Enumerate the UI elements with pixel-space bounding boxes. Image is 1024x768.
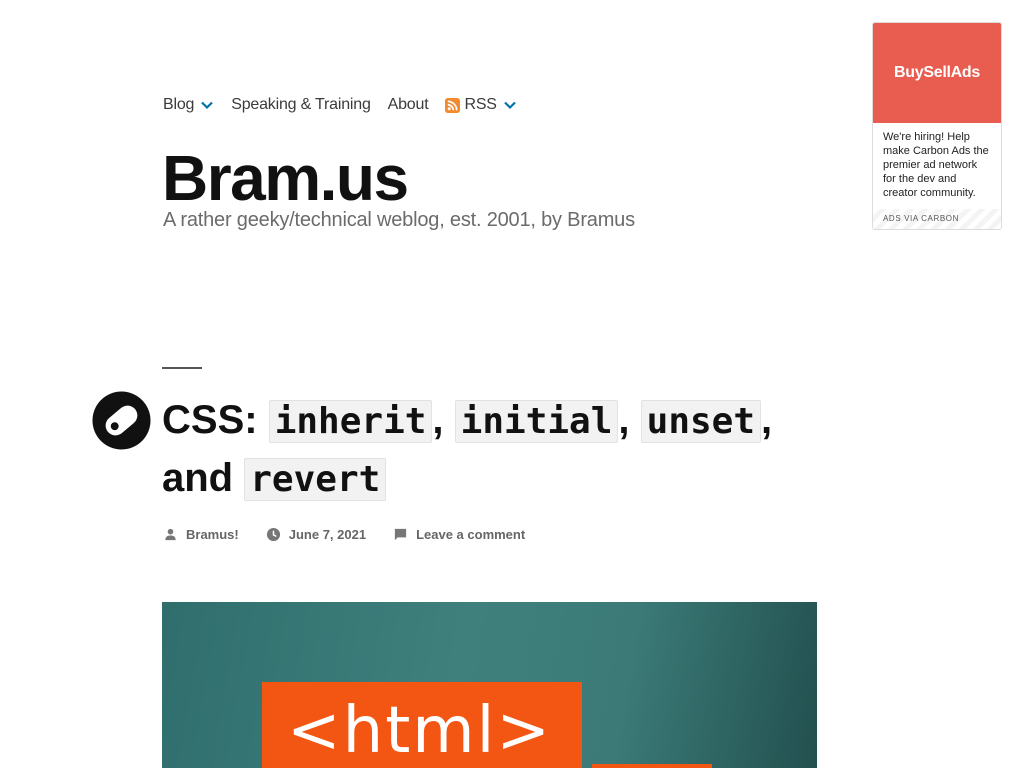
- nav-item-label: Blog: [163, 96, 195, 113]
- title-comma: ,: [432, 398, 444, 442]
- comment-icon: [394, 528, 407, 541]
- nav-item-rss[interactable]: RSS: [445, 96, 516, 114]
- post-comments: Leave a comment: [416, 527, 526, 542]
- title-comma: ,: [618, 398, 630, 442]
- post-meta: Bramus! June 7, 2021 Leave a comment: [163, 527, 552, 542]
- separator: [162, 367, 202, 369]
- rss-icon: [445, 97, 461, 113]
- site-description: A rather geeky/technical weblog, est. 20…: [163, 209, 635, 231]
- clock-icon: [266, 527, 280, 542]
- post-title[interactable]: CSS: inherit, initial, unset, and revert: [162, 392, 832, 508]
- chevron-down-icon: [201, 101, 214, 110]
- site-title[interactable]: Bram.us: [162, 140, 409, 216]
- title-prefix: CSS:: [162, 398, 258, 442]
- post-author: Bramus!: [186, 527, 239, 542]
- nav-item-about[interactable]: About: [388, 96, 429, 114]
- nav-item-label: Speaking & Training: [231, 96, 371, 113]
- featured-image[interactable]: <html>: [162, 602, 817, 768]
- featured-image-text: <html>: [287, 694, 553, 768]
- nav-item-speaking-training[interactable]: Speaking & Training: [231, 96, 371, 114]
- nav-item-label: About: [387, 96, 429, 113]
- chevron-down-icon: [504, 101, 516, 110]
- ad-image[interactable]: BuySellAds: [873, 23, 1001, 123]
- code-keyword-initial: initial: [454, 400, 619, 443]
- ads-via-carbon-link[interactable]: ADS VIA CARBON: [873, 209, 1001, 229]
- ad-text[interactable]: We're hiring! Help make Carbon Ads the p…: [873, 123, 1001, 200]
- featured-image-block: [592, 764, 712, 768]
- code-keyword-inherit: inherit: [268, 400, 433, 443]
- code-keyword-unset: unset: [640, 400, 762, 443]
- title-comma: ,: [761, 398, 773, 442]
- post-comments-link[interactable]: Leave a comment: [393, 527, 525, 542]
- person-icon: [165, 528, 176, 541]
- primary-nav: Blog Speaking & Training About RSS: [163, 93, 534, 117]
- nav-item-label: RSS: [464, 96, 497, 113]
- ad-brand-logo: BuySellAds: [894, 64, 980, 81]
- nav-item-blog[interactable]: Blog: [163, 96, 214, 114]
- carbon-ad[interactable]: BuySellAds We're hiring! Help make Carbo…: [872, 22, 1002, 230]
- post-author-link[interactable]: Bramus!: [163, 527, 239, 542]
- code-keyword-revert: revert: [244, 458, 387, 501]
- post-date: June 7, 2021: [288, 527, 367, 542]
- author-avatar-icon: [92, 391, 151, 450]
- title-and: and: [162, 456, 234, 500]
- post-date-link[interactable]: June 7, 2021: [266, 527, 366, 542]
